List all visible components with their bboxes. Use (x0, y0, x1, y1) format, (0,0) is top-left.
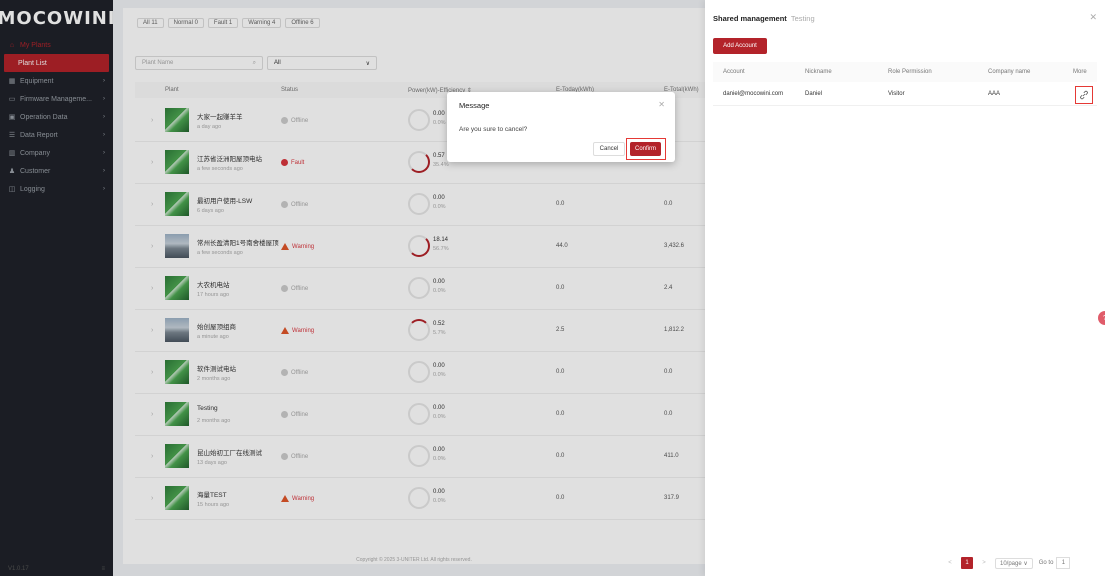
page-size-select[interactable]: 10/page ∨ (995, 557, 1033, 569)
col-more: More (1073, 69, 1087, 75)
drawer-subtitle: Testing (790, 14, 815, 23)
col-account: Account (723, 69, 745, 75)
nickname-cell: Daniel (805, 91, 823, 97)
dialog-message: Are you sure to cancel? (459, 126, 528, 133)
goto-text: Go to (1038, 560, 1054, 566)
shared-management-drawer: Shared management Testing ✕ Add Account … (705, 0, 1105, 576)
role-cell: Visitor (888, 91, 905, 97)
dialog-title: Message (459, 101, 490, 110)
drawer-title: Shared management Testing (713, 14, 815, 23)
confirm-highlight: Confirm (626, 138, 666, 160)
account-cell: daniel@mocowini.com (723, 91, 784, 97)
modal-overlay (0, 0, 705, 576)
page-1-button[interactable]: 1 (961, 557, 973, 569)
company-cell: AAA (988, 91, 1001, 97)
col-nickname: Nickname (805, 69, 832, 75)
close-icon[interactable]: ✕ (658, 100, 665, 109)
prev-page-button[interactable]: < (945, 560, 955, 566)
table-row: daniel@mocowini.com Daniel Visitor AAA (713, 84, 1097, 106)
confirm-dialog: Message ✕ Are you sure to cancel? Cancel… (447, 92, 675, 162)
cancel-button[interactable]: Cancel (593, 142, 625, 156)
confirm-button[interactable]: Confirm (630, 142, 661, 156)
account-table-header: Account Nickname Role Permission Company… (713, 62, 1097, 82)
col-company: Company name (988, 69, 1031, 75)
help-badge-icon[interactable]: ? (1098, 311, 1105, 325)
next-page-button[interactable]: > (979, 560, 989, 566)
goto-label: Go to 1 (1039, 557, 1071, 569)
close-icon[interactable]: ✕ (1089, 12, 1097, 23)
link-icon[interactable] (1075, 86, 1093, 104)
drawer-title-text: Shared management (713, 14, 787, 23)
goto-input[interactable]: 1 (1056, 557, 1071, 569)
col-role: Role Permission (888, 69, 932, 75)
pagination: < 1 > 10/page ∨ Go to 1 (945, 557, 1071, 569)
add-account-button[interactable]: Add Account (713, 38, 767, 54)
